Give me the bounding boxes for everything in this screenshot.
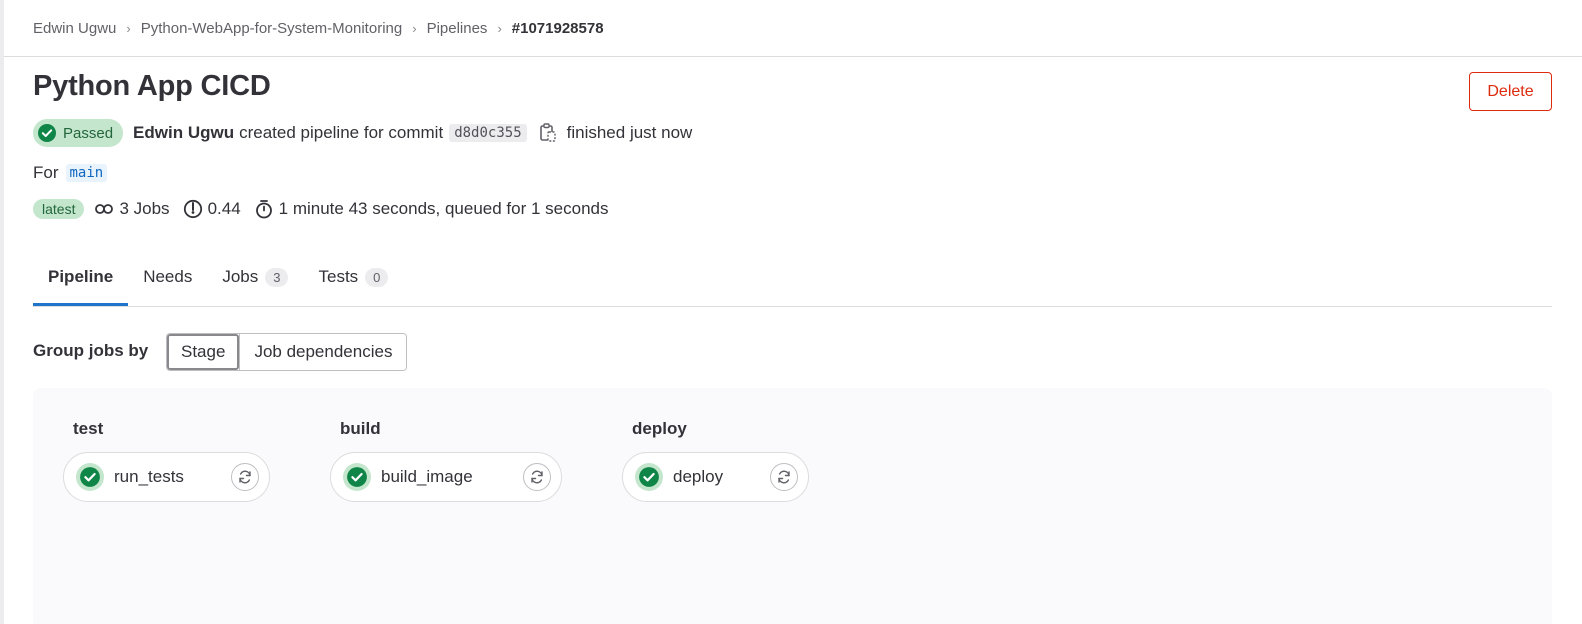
finished-text: finished just now xyxy=(566,123,693,142)
breadcrumb-pipelines[interactable]: Pipelines xyxy=(427,20,488,37)
branch-link[interactable]: main xyxy=(65,164,108,182)
breadcrumb: Edwin Ugwu › Python-WebApp-for-System-Mo… xyxy=(33,0,1582,56)
tab-jobs[interactable]: Jobs 3 xyxy=(207,256,303,306)
tab-pipeline[interactable]: Pipeline xyxy=(33,256,129,306)
retry-icon[interactable] xyxy=(231,463,259,491)
check-circle-icon xyxy=(635,463,663,491)
chevron-right-icon: › xyxy=(412,20,417,36)
breadcrumb-user[interactable]: Edwin Ugwu xyxy=(33,20,116,37)
job-run-tests[interactable]: run_tests xyxy=(63,452,270,502)
delete-button[interactable]: Delete xyxy=(1469,72,1552,111)
stage-title-test: test xyxy=(73,419,104,438)
tab-needs[interactable]: Needs xyxy=(128,256,207,306)
pipeline-stats: latest 3 Jobs 0.44 1 minute 43 seconds, … xyxy=(33,196,622,222)
pipeline-tabs: Pipeline Needs Jobs 3 Tests 0 xyxy=(33,256,403,306)
group-jobs-toggle: Stage Job dependencies xyxy=(166,333,408,371)
header-divider xyxy=(4,56,1582,57)
chevron-right-icon: › xyxy=(126,20,131,36)
check-circle-icon xyxy=(38,124,56,142)
tab-tests[interactable]: Tests 0 xyxy=(303,256,403,306)
tabs-divider xyxy=(33,306,1552,307)
tab-count-badge: 3 xyxy=(265,268,289,287)
latest-badge: latest xyxy=(33,199,85,219)
group-by-dependencies-button[interactable]: Job dependencies xyxy=(239,334,407,370)
tab-count-badge: 0 xyxy=(365,268,389,287)
pipeline-graph xyxy=(33,388,1552,624)
author-link[interactable]: Edwin Ugwu xyxy=(133,123,234,143)
job-name: build_image xyxy=(381,467,473,486)
group-by-stage-button[interactable]: Stage xyxy=(167,334,240,370)
timer-icon xyxy=(255,200,272,219)
ref-prefix: For xyxy=(33,163,59,182)
check-circle-icon xyxy=(76,463,104,491)
compute-value: 0.44 xyxy=(207,199,241,218)
job-name: deploy xyxy=(673,467,724,486)
breadcrumb-project[interactable]: Python-WebApp-for-System-Monitoring xyxy=(141,20,403,37)
stage-title-deploy: deploy xyxy=(632,419,687,438)
tab-label: Needs xyxy=(143,267,193,286)
retry-icon[interactable] xyxy=(523,463,551,491)
jobs-stat: 3 Jobs xyxy=(94,199,170,219)
compute-stat: 0.44 xyxy=(183,199,241,219)
duration-stat: 1 minute 43 seconds, queued for 1 second… xyxy=(254,199,609,219)
left-border xyxy=(0,0,4,624)
tab-label: Tests xyxy=(318,267,359,286)
tab-label: Pipeline xyxy=(48,267,114,286)
job-name: run_tests xyxy=(114,467,184,486)
retry-icon[interactable] xyxy=(770,463,798,491)
job-deploy[interactable]: deploy xyxy=(622,452,809,502)
chevron-right-icon: › xyxy=(497,20,502,36)
jobs-count: 3 Jobs xyxy=(119,199,170,218)
group-jobs-label: Group jobs by xyxy=(33,341,149,360)
stage-title-build: build xyxy=(340,419,381,438)
gauge-icon xyxy=(183,199,202,219)
duration-text: 1 minute 43 seconds, queued for 1 second… xyxy=(278,199,609,218)
ref-row: For main xyxy=(33,160,108,186)
job-build-image[interactable]: build_image xyxy=(330,452,562,502)
action-text: created pipeline for commit xyxy=(239,123,444,142)
pipeline-meta: Passed Edwin Ugwu created pipeline for c… xyxy=(33,118,692,148)
status-badge[interactable]: Passed xyxy=(33,119,124,147)
pipeline-icon xyxy=(95,204,114,214)
commit-sha[interactable]: d8d0c355 xyxy=(449,124,527,142)
breadcrumb-pipeline-id[interactable]: #1071928578 xyxy=(512,20,604,37)
copy-icon[interactable] xyxy=(539,123,557,143)
check-circle-icon xyxy=(343,463,371,491)
tab-label: Jobs xyxy=(222,267,259,286)
page-title: Python App CICD xyxy=(33,70,271,102)
status-label: Passed xyxy=(63,124,114,142)
